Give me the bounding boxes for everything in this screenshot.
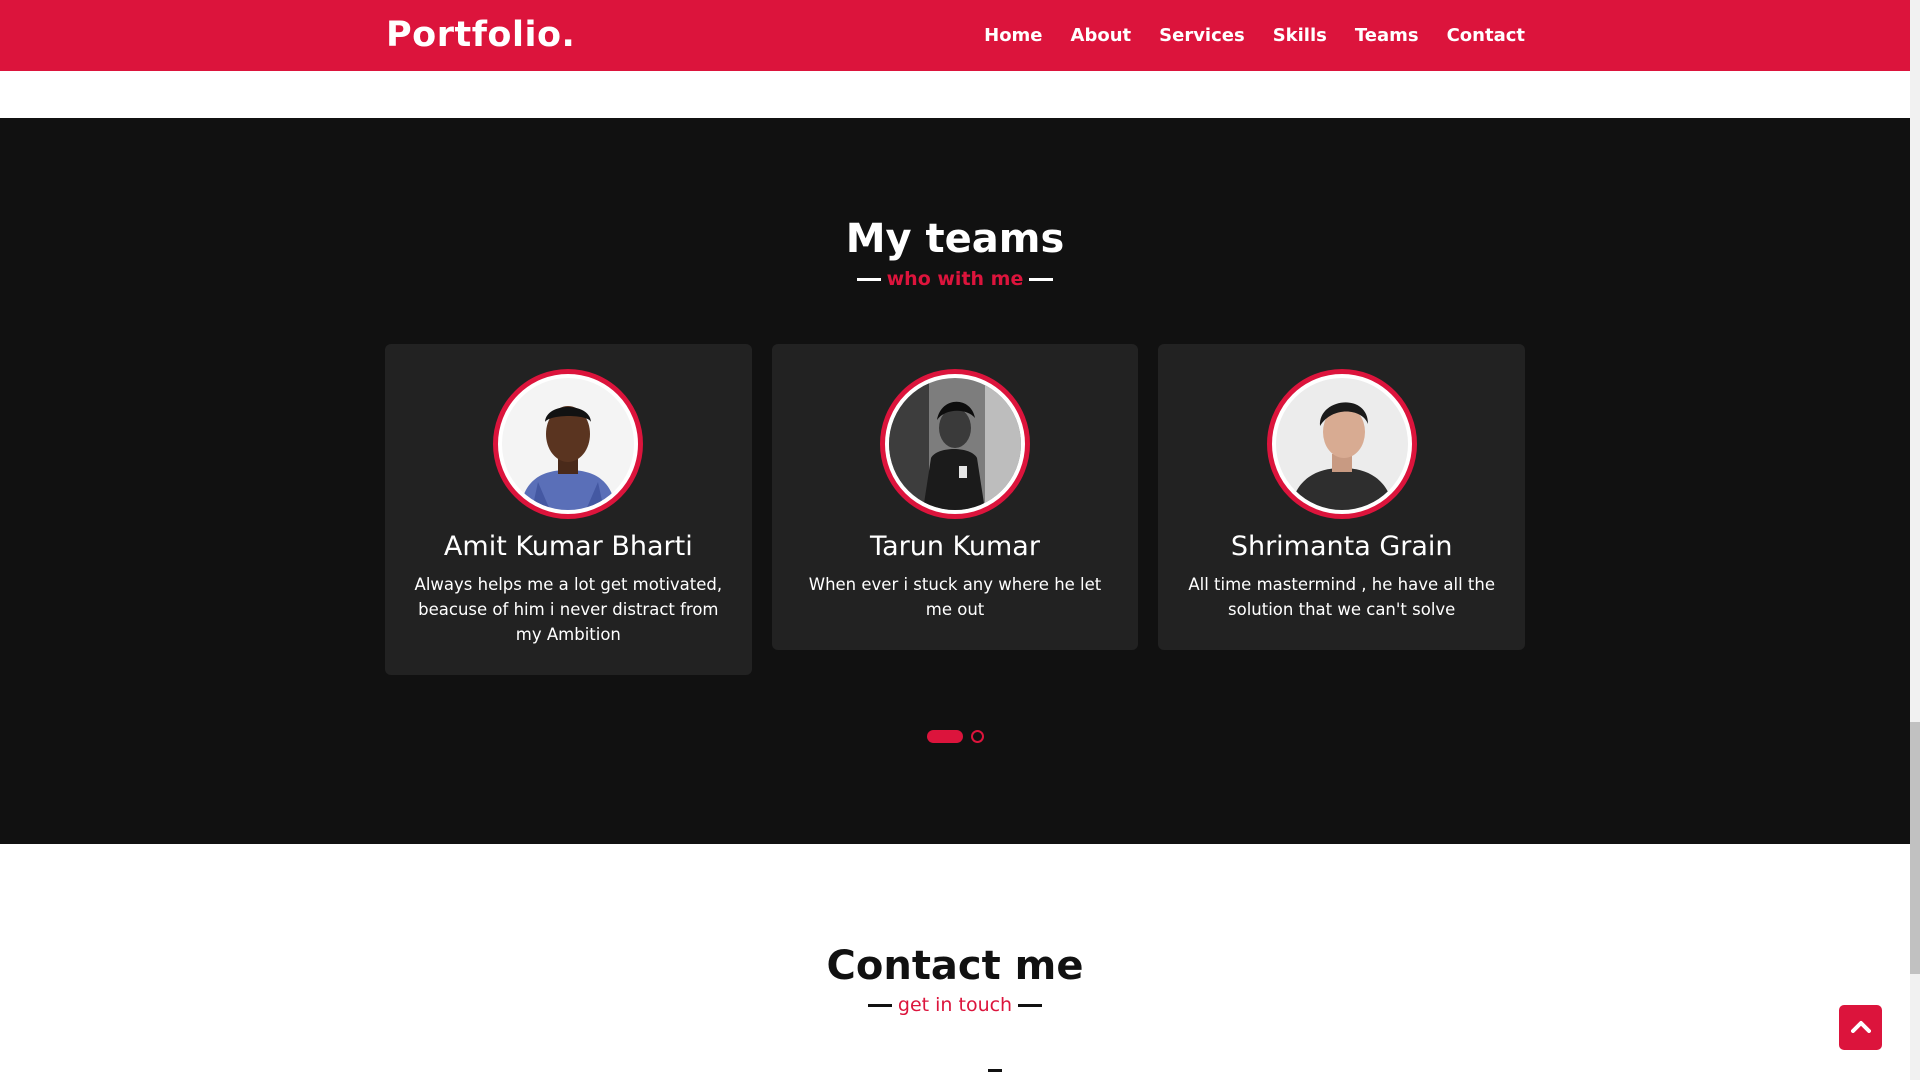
nav-item-about[interactable]: About bbox=[1071, 25, 1132, 46]
section-spacer bbox=[0, 71, 1910, 118]
carousel-pagination bbox=[0, 730, 1910, 743]
avatar bbox=[493, 369, 644, 519]
member-photo bbox=[502, 378, 635, 510]
carousel-dot-active[interactable] bbox=[926, 730, 963, 743]
member-description: When ever i stuck any where he let me ou… bbox=[808, 575, 1102, 619]
site-logo[interactable]: Portfolio. bbox=[386, 15, 575, 55]
carousel-dot[interactable] bbox=[970, 730, 984, 743]
subtitle-dash-left bbox=[856, 277, 881, 281]
nav-item-skills[interactable]: Skills bbox=[1273, 25, 1327, 46]
scrollbar-thumb[interactable] bbox=[1910, 722, 1920, 974]
contact-title: Contact me bbox=[826, 943, 1084, 989]
teams-section: My teams who with me Amit Kumar Bharti A… bbox=[0, 118, 1910, 844]
member-description: All time mastermind , he have all the so… bbox=[1188, 575, 1495, 619]
nav-item-teams[interactable]: Teams bbox=[1355, 25, 1419, 46]
teams-title: My teams bbox=[845, 216, 1065, 262]
team-card: Shrimanta Grain All time mastermind , he… bbox=[1158, 344, 1526, 650]
contact-subtitle-text: get in touch bbox=[897, 994, 1013, 1016]
member-photo bbox=[889, 378, 1021, 510]
member-name: Shrimanta Grain bbox=[1230, 531, 1453, 562]
member-photo bbox=[1275, 378, 1408, 510]
navbar: Portfolio. Home About Services Skills Te… bbox=[0, 0, 1910, 71]
team-card: Amit Kumar Bharti Always helps me a lot … bbox=[385, 344, 752, 675]
subtitle-dash-right bbox=[1018, 1003, 1043, 1007]
nav-item-contact[interactable]: Contact bbox=[1447, 25, 1525, 46]
member-name: Tarun Kumar bbox=[870, 531, 1040, 562]
avatar bbox=[880, 369, 1030, 519]
nav-menu: Home About Services Skills Teams Contact bbox=[984, 25, 1525, 46]
team-card: Tarun Kumar When ever i stuck any where … bbox=[771, 344, 1139, 650]
subtitle-dash-left bbox=[867, 1003, 892, 1007]
member-description: Always helps me a lot get motivated, bea… bbox=[414, 575, 723, 644]
chevron-up-icon bbox=[1850, 1018, 1871, 1037]
page-scrollbar[interactable] bbox=[1910, 0, 1920, 1080]
scroll-to-top-button[interactable] bbox=[1839, 1005, 1882, 1050]
page: Portfolio. Home About Services Skills Te… bbox=[0, 0, 1920, 1080]
member-name: Amit Kumar Bharti bbox=[443, 531, 693, 562]
contact-subtitle: get in touch bbox=[0, 994, 1910, 1016]
team-carousel[interactable]: Amit Kumar Bharti Always helps me a lot … bbox=[385, 344, 1526, 675]
subtitle-dash-right bbox=[1029, 277, 1054, 281]
avatar bbox=[1266, 369, 1417, 519]
teams-subtitle-text: who with me bbox=[886, 268, 1024, 290]
teams-subtitle: who with me bbox=[0, 268, 1910, 290]
nav-item-services[interactable]: Services bbox=[1159, 25, 1245, 46]
contact-content-edge bbox=[988, 1069, 1002, 1080]
nav-item-home[interactable]: Home bbox=[984, 25, 1042, 46]
contact-section: Contact me get in touch bbox=[0, 844, 1910, 1080]
